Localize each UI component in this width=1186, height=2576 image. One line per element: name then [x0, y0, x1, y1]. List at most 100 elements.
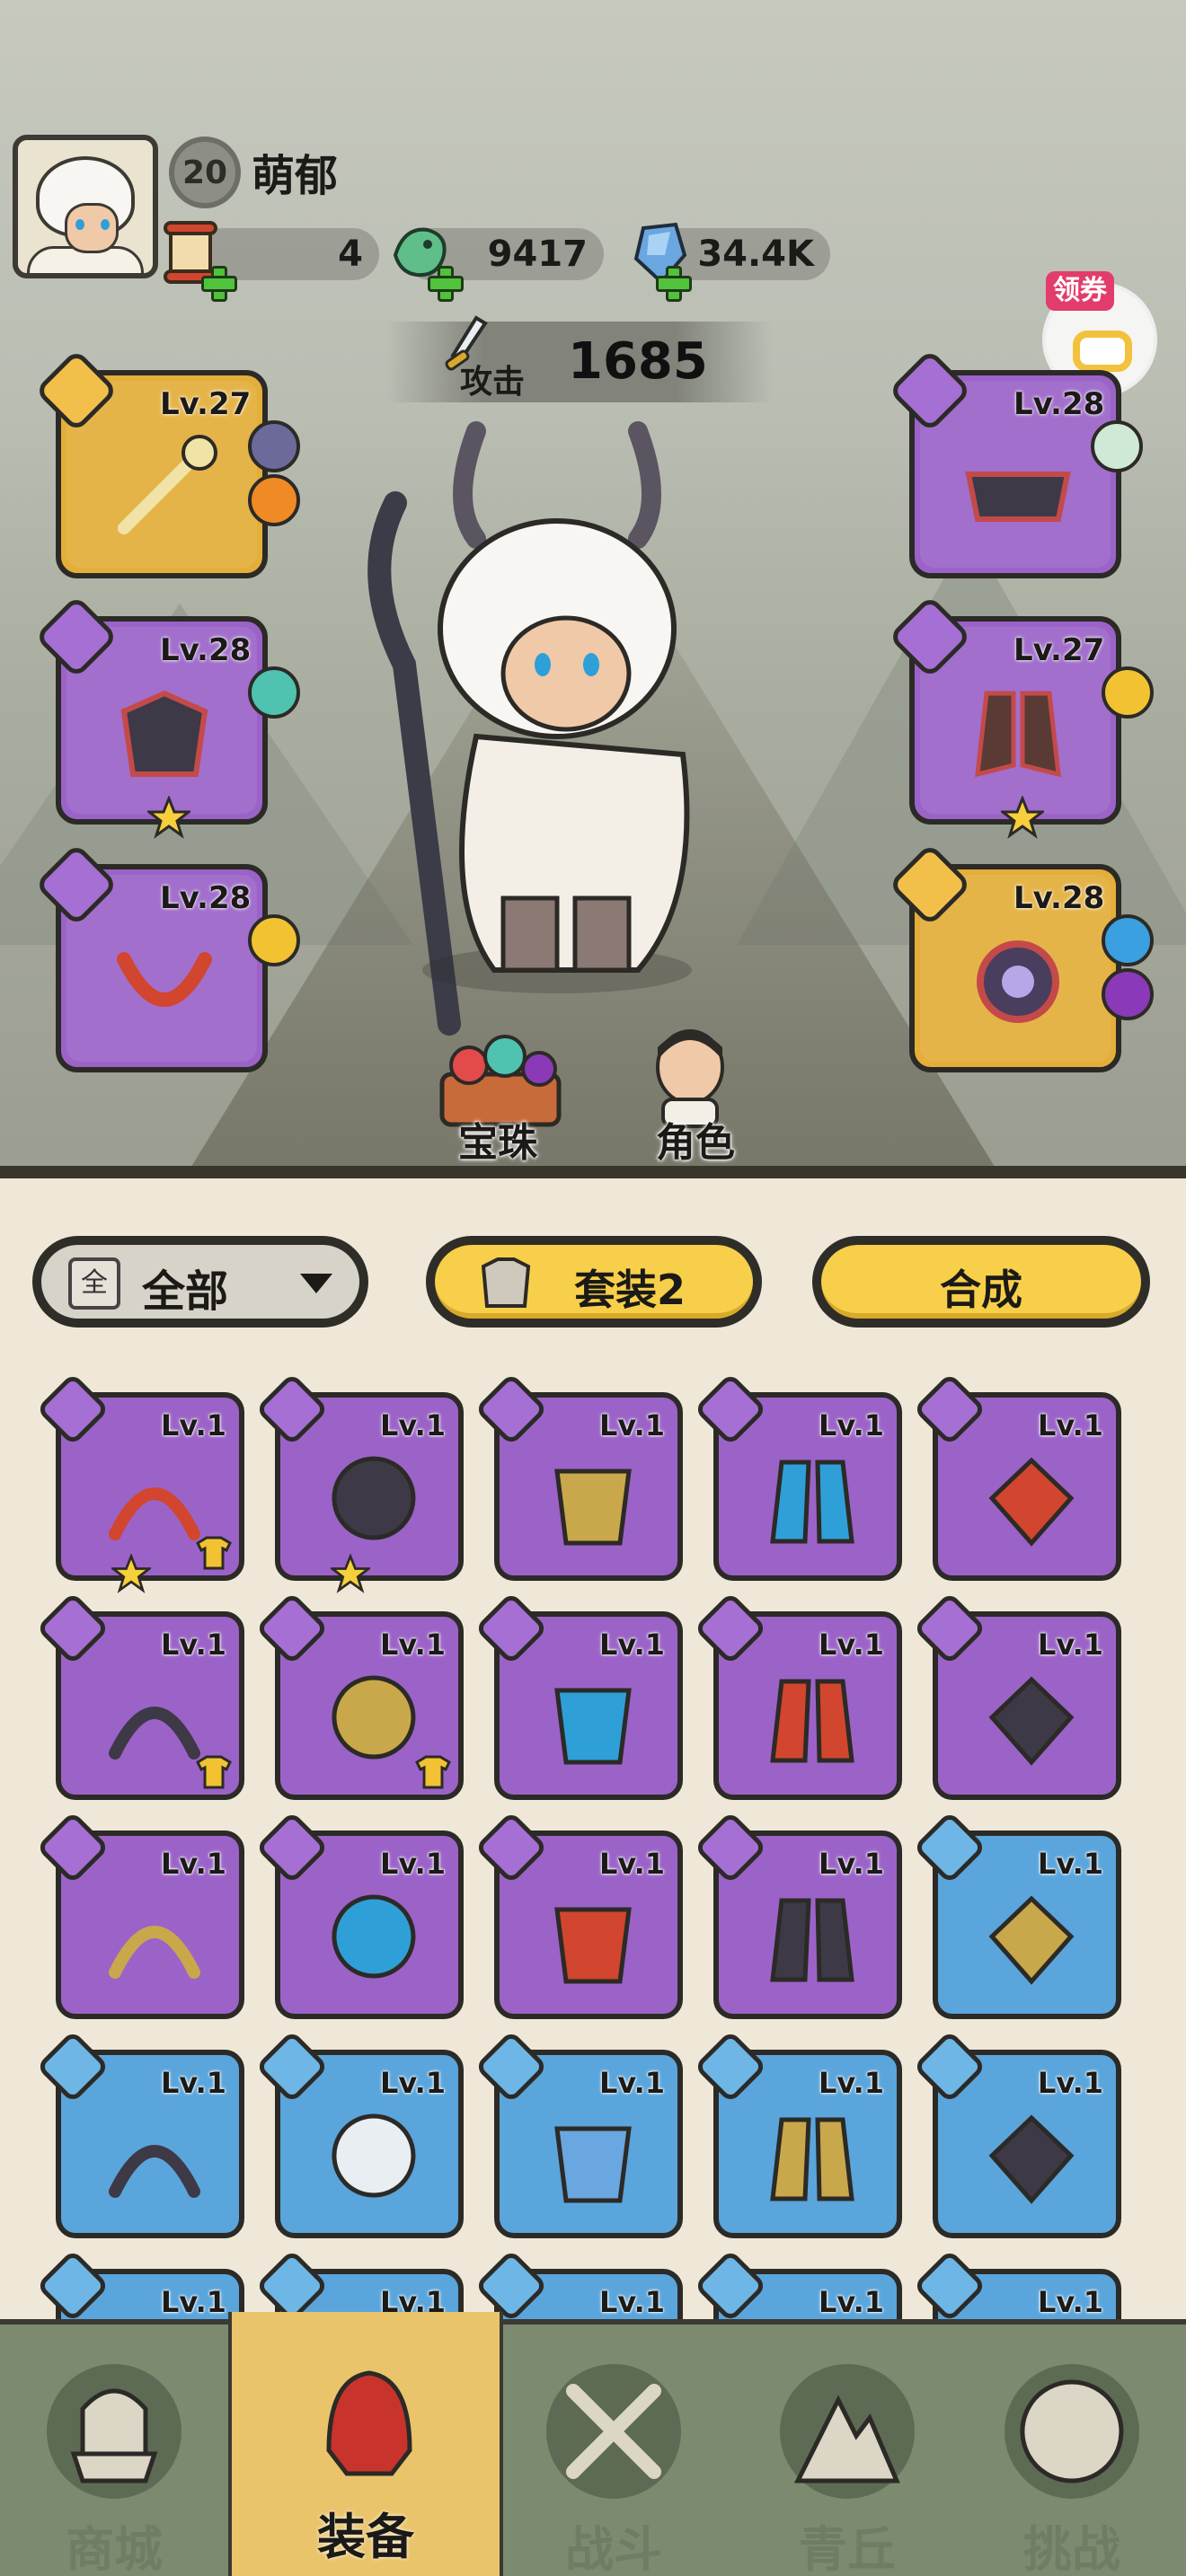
equipped-slot-amulet[interactable]: Lv.28 — [34, 842, 300, 1072]
add-crystal-button[interactable] — [656, 266, 692, 302]
equipped-level: Lv.28 — [1013, 880, 1105, 916]
inventory-item[interactable]: Lv.1 — [474, 1591, 683, 1800]
inventory-item[interactable]: Lv.1 — [912, 1810, 1121, 2019]
filter-selected-value: 全部 — [142, 1266, 229, 1317]
item-type-icon — [254, 2248, 330, 2319]
item-type-icon — [693, 1374, 768, 1447]
item-level: Lv.1 — [598, 1408, 665, 1442]
inventory-item[interactable]: Lv.1 — [912, 1374, 1121, 1581]
gem-socket — [1102, 968, 1154, 1020]
filter-dropdown[interactable]: 全 全部 — [32, 1236, 368, 1328]
item-level: Lv.1 — [379, 1408, 446, 1442]
set-button-label: 套装2 — [573, 1266, 686, 1314]
inventory-item[interactable]: Lv.1 — [474, 2029, 683, 2238]
inventory-item[interactable]: Lv.1 — [912, 1591, 1121, 1800]
inventory-item[interactable]: Lv.1 — [254, 1374, 464, 1593]
inventory-item[interactable]: Lv.1 — [254, 1591, 464, 1800]
synthesize-button[interactable]: 合成 — [812, 1236, 1150, 1328]
item-level: Lv.1 — [598, 2285, 665, 2319]
add-jade-button[interactable] — [428, 266, 464, 302]
inventory-item[interactable]: Lv.1 — [693, 1591, 902, 1800]
item-type-icon — [35, 1591, 111, 1666]
equipped-slot-armor[interactable]: Lv.28 — [34, 595, 300, 839]
inventory-item[interactable]: Lv.1 — [35, 1591, 244, 1800]
hero-character — [367, 421, 692, 1036]
equipment-set-button[interactable]: 套装2 — [426, 1236, 762, 1328]
gem-socket — [1102, 914, 1154, 966]
inventory-item[interactable]: Lv.1 — [693, 1810, 902, 2019]
nav-label: 挑战 — [1023, 2521, 1120, 2576]
nav-icon-backdrop — [780, 2364, 915, 2499]
equipped-slot-ring[interactable]: Lv.28 — [888, 842, 1154, 1072]
hero-scene: 20 萌郁 4 9417 34.4K 攻击 1685 领券 Lv.27 Lv.2… — [0, 0, 1186, 1178]
nav-tab-5[interactable]: 挑战 — [958, 2325, 1186, 2576]
inventory-item[interactable]: Lv.1 — [912, 2248, 1121, 2319]
item-level: Lv.1 — [160, 1408, 226, 1442]
avatar-face — [65, 203, 119, 253]
inventory-item[interactable]: Lv.1 — [254, 2029, 464, 2238]
item-type-icon — [254, 2029, 330, 2104]
item-level: Lv.1 — [1037, 2285, 1103, 2319]
equipment-item-icon — [770, 1679, 854, 1763]
equipped-slot-belt[interactable]: Lv.28 — [888, 348, 1143, 578]
item-level: Lv.1 — [1037, 1628, 1103, 1662]
item-level: Lv.1 — [598, 1628, 665, 1662]
mountain-icon — [793, 2395, 900, 2483]
character-button-label[interactable]: 角色 — [656, 1110, 735, 1168]
item-type-icon — [254, 1591, 330, 1666]
nav-icon-backdrop — [546, 2364, 681, 2499]
item-type-icon — [693, 1810, 768, 1885]
equipment-item-icon — [770, 2117, 854, 2201]
item-type-icon — [693, 2248, 768, 2319]
equipment-item-icon — [109, 1926, 200, 1979]
equipment-item-icon — [554, 2126, 632, 2203]
orbs-button-label[interactable]: 宝珠 — [458, 1110, 537, 1168]
nav-tab-2[interactable]: 装备 — [228, 2312, 503, 2576]
item-level: Lv.1 — [160, 2285, 226, 2319]
item-type-icon — [254, 1374, 330, 1447]
item-type-icon — [35, 1810, 111, 1885]
item-type-icon — [35, 2248, 111, 2319]
bottom-nav: 商城 装备 战斗 青丘 挑战 — [0, 2312, 1186, 2576]
nav-label: 青丘 — [799, 2521, 896, 2576]
nav-tab-4[interactable]: 青丘 — [733, 2325, 961, 2576]
inventory-item[interactable]: Lv.1 — [693, 1374, 902, 1581]
nav-tab-3[interactable]: 战斗 — [500, 2325, 728, 2576]
item-type-icon — [474, 2248, 549, 2319]
equipment-item-icon — [988, 1895, 1075, 1985]
item-type-icon — [474, 1374, 549, 1447]
avatar[interactable] — [13, 135, 158, 278]
item-level: Lv.1 — [1037, 1847, 1103, 1881]
inventory-item[interactable]: Lv.1 — [693, 2248, 902, 2319]
item-level: Lv.1 — [818, 2066, 884, 2100]
challenge-gong-icon — [1020, 2379, 1124, 2483]
item-level: Lv.1 — [160, 1847, 226, 1881]
equipped-slot-boots[interactable]: Lv.27 — [888, 595, 1154, 839]
item-level: Lv.1 — [379, 2066, 446, 2100]
equipment-item-icon — [988, 1676, 1075, 1766]
equipment-item-icon — [988, 1457, 1075, 1547]
nav-icon-backdrop — [302, 2351, 437, 2486]
dark-armor-icon — [120, 690, 208, 777]
inventory-item[interactable]: Lv.1 — [35, 2248, 244, 2319]
inventory-item[interactable]: Lv.1 — [474, 1374, 683, 1581]
equipment-item-icon — [332, 1456, 416, 1540]
inventory-item[interactable]: Lv.1 — [35, 2029, 244, 2238]
item-type-icon — [474, 2029, 549, 2104]
inventory-item[interactable]: Lv.1 — [35, 1810, 244, 2019]
item-type-icon — [912, 2029, 987, 2104]
inventory-item[interactable]: Lv.1 — [912, 2029, 1121, 2238]
inventory-item[interactable]: Lv.1 — [474, 1810, 683, 2019]
equipment-item-icon — [554, 1688, 632, 1765]
item-level: Lv.1 — [818, 1847, 884, 1881]
resource-jade-value: 9417 — [487, 234, 588, 275]
inventory-item[interactable]: Lv.1 — [474, 2248, 683, 2319]
inventory-item[interactable]: Lv.1 — [35, 1374, 244, 1593]
equipped-slot-weapon[interactable]: Lv.27 — [34, 348, 300, 578]
nav-icon-backdrop — [1005, 2364, 1139, 2499]
inventory-item[interactable]: Lv.1 — [254, 1810, 464, 2019]
nav-tab-1[interactable]: 商城 — [0, 2325, 228, 2576]
player-level: 20 — [181, 154, 228, 191]
add-scroll-button[interactable] — [201, 266, 237, 302]
inventory-item[interactable]: Lv.1 — [693, 2029, 902, 2238]
